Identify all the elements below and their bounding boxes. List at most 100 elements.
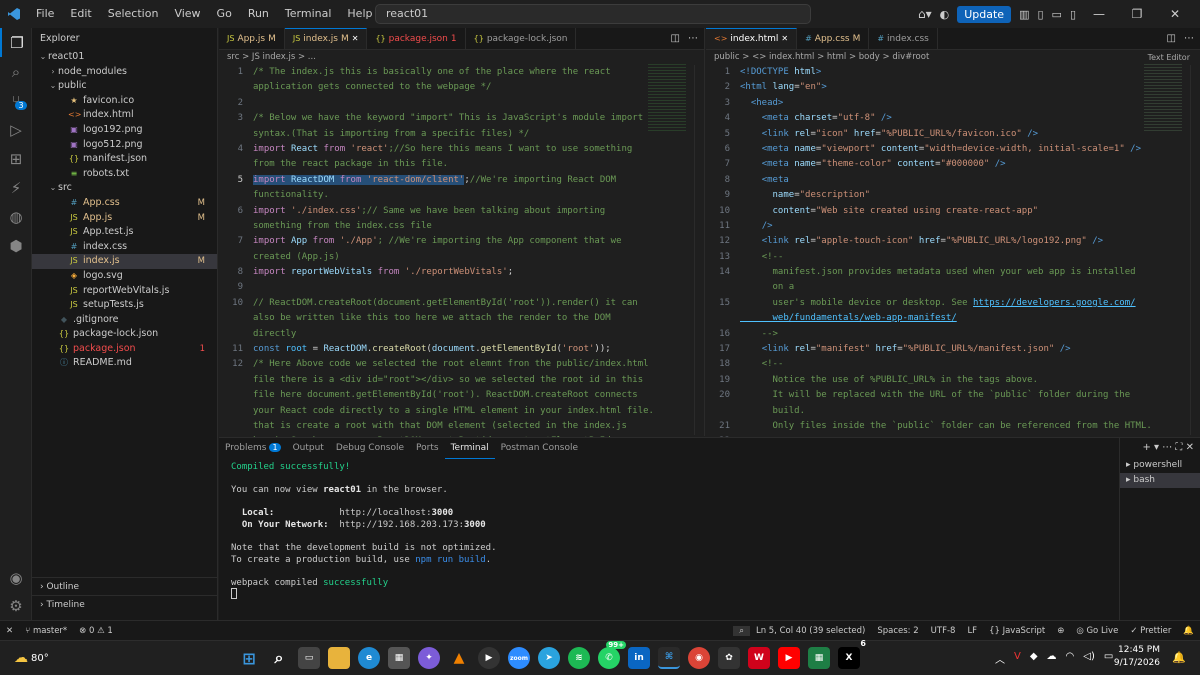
language-mode[interactable]: {} JavaScript	[983, 626, 1051, 636]
end-of-line[interactable]: LF	[961, 626, 983, 636]
tree-file[interactable]: ▣ logo192.png	[32, 123, 217, 138]
panel-tab-postman-console[interactable]: Postman Console	[495, 438, 584, 458]
tree-file[interactable]: JS index.js M	[32, 254, 217, 269]
outline-section[interactable]: › Outline	[32, 577, 218, 595]
tree-file[interactable]: ⓘ README.md	[32, 356, 217, 371]
edge-icon[interactable]: e	[358, 647, 380, 669]
branch-indicator[interactable]: ⑂ master*	[19, 626, 73, 636]
tree-file[interactable]: {} package.json 1	[32, 342, 217, 357]
tree-file[interactable]: JS App.js M	[32, 211, 217, 226]
tab-app-css[interactable]: # App.css M	[797, 28, 870, 49]
zoom-icon[interactable]: ⌕	[733, 625, 750, 636]
wps-icon[interactable]: W	[748, 647, 770, 669]
tree-file[interactable]: ≡ robots.txt	[32, 167, 217, 182]
remote-icon[interactable]: ⚡	[0, 173, 32, 202]
tree-folder[interactable]: ⌄ public	[32, 79, 217, 94]
store-icon[interactable]: ▦	[388, 647, 410, 669]
chrome-icon[interactable]: ◉	[688, 647, 710, 669]
panel-tab-terminal[interactable]: Terminal	[444, 438, 495, 459]
problems-indicator[interactable]: ⊗ 0 ⚠ 1	[73, 626, 119, 636]
tree-file[interactable]: # index.css	[32, 240, 217, 255]
postman-icon[interactable]: ◍	[0, 202, 32, 231]
minimap-right[interactable]	[1144, 64, 1182, 132]
tab-index-js[interactable]: JS index.js M ✕	[284, 28, 368, 50]
toggle-sidebar-icon[interactable]: ▯	[1037, 8, 1043, 21]
tree-file[interactable]: # App.css M	[32, 196, 217, 211]
search-icon[interactable]: ⌕	[268, 647, 290, 669]
breadcrumb-left[interactable]: src > JS index.js > ...	[219, 50, 704, 65]
extensions-icon[interactable]: ⊞	[0, 144, 32, 173]
volume-icon[interactable]: ◁)	[1083, 651, 1095, 666]
menu-file[interactable]: File	[28, 0, 62, 28]
copilot-icon[interactable]: ⌂▾	[918, 7, 932, 21]
menu-terminal[interactable]: Terminal	[277, 0, 340, 28]
encoding[interactable]: UTF-8	[925, 626, 962, 636]
notification-bell-icon[interactable]: 🔔	[1172, 651, 1186, 664]
linkedin-icon[interactable]: in	[628, 647, 650, 669]
toggle-panel-icon[interactable]: ▭	[1052, 8, 1062, 21]
spotify-icon[interactable]: ≋	[568, 647, 590, 669]
more-actions-icon[interactable]: ⋯	[688, 28, 698, 50]
search-icon[interactable]: ⌕	[0, 57, 32, 86]
whatsapp-icon[interactable]: ✆ 99+	[598, 641, 626, 669]
notifications-icon[interactable]: 🔔	[1177, 626, 1200, 636]
minimize-icon[interactable]: —	[1084, 7, 1114, 21]
update-button[interactable]: Update	[957, 5, 1012, 23]
tree-file[interactable]: {} manifest.json	[32, 152, 217, 167]
zoom-app-icon[interactable]: zoom	[508, 647, 530, 669]
menu-selection[interactable]: Selection	[100, 0, 167, 28]
restore-icon[interactable]: ❐	[1122, 7, 1152, 21]
cursor-position[interactable]: Ln 5, Col 40 (39 selected)	[750, 626, 871, 636]
tree-file[interactable]: JS App.test.js	[32, 225, 217, 240]
panel-tab-problems[interactable]: Problems 1	[219, 438, 287, 458]
battery-icon[interactable]: ▭	[1104, 651, 1113, 666]
telegram-icon[interactable]: ➤	[538, 647, 560, 669]
tab-index-html[interactable]: <> index.html ✕	[706, 28, 798, 49]
panel-tab-output[interactable]: Output	[287, 438, 330, 458]
split-editor-icon[interactable]: ◫	[1167, 28, 1176, 50]
layout-icon[interactable]: ▥	[1019, 8, 1029, 21]
terminal-instance-bash[interactable]: ▸ bash	[1120, 473, 1200, 488]
panel-tab-debug-console[interactable]: Debug Console	[330, 438, 410, 458]
tree-file[interactable]: ▣ logo512.png	[32, 138, 217, 153]
close-icon[interactable]: ✕	[1160, 7, 1190, 21]
tree-file[interactable]: {} package-lock.json	[32, 327, 217, 342]
split-editor-icon[interactable]: ◫	[671, 28, 680, 50]
terminal-instance-powershell[interactable]: ▸ powershell	[1120, 458, 1200, 473]
task-view-icon[interactable]: ▭	[298, 647, 320, 669]
tree-file[interactable]: ◆ .gitignore	[32, 313, 217, 328]
maximize-icon[interactable]: ⛶	[1175, 442, 1182, 453]
wifi-icon[interactable]: ◠	[1066, 651, 1075, 666]
tree-folder[interactable]: › node_modules	[32, 65, 217, 80]
menu-go[interactable]: Go	[209, 0, 240, 28]
tree-file[interactable]: JS setupTests.js	[32, 298, 217, 313]
tab-package-json[interactable]: {} package.json 1	[367, 28, 466, 49]
file-explorer-icon[interactable]	[328, 647, 350, 669]
media-player-icon[interactable]: ▶	[478, 647, 500, 669]
tree-file[interactable]: ★ favicon.ico	[32, 94, 217, 109]
source-control-icon[interactable]: ⑂ 3	[0, 86, 32, 115]
more-icon[interactable]: ⋯	[1162, 442, 1172, 453]
toggle-secondary-icon[interactable]: ▯	[1070, 8, 1076, 21]
tray-cloud-icon[interactable]: ☁	[1047, 651, 1057, 666]
menu-view[interactable]: View	[166, 0, 208, 28]
sheets-icon[interactable]: ▦	[808, 647, 830, 669]
youtube-icon[interactable]: ▶	[778, 647, 800, 669]
tab-app-js[interactable]: JS App.js M	[219, 28, 285, 49]
settings-gear-icon[interactable]: ⚙	[0, 591, 32, 620]
explorer-icon[interactable]: ❐	[0, 28, 32, 57]
tray-chevron-icon[interactable]: ︿	[995, 651, 1005, 666]
menu-run[interactable]: Run	[240, 0, 277, 28]
copilot-icon[interactable]: ✦	[418, 647, 440, 669]
terminal-output[interactable]: Compiled successfully! You can now view r…	[219, 458, 1119, 590]
tab-index-css[interactable]: # index.css	[869, 28, 938, 49]
more-actions-icon[interactable]: ⋯	[1184, 28, 1194, 50]
scrollbar-left[interactable]	[694, 65, 704, 435]
timeline-section[interactable]: › Timeline	[32, 595, 218, 613]
close-tab-icon[interactable]: ✕	[352, 28, 359, 50]
scrollbar-right[interactable]	[1190, 65, 1200, 435]
docker-icon[interactable]: ⬢	[0, 231, 32, 260]
run-debug-icon[interactable]: ▷	[0, 115, 32, 144]
extension-icon[interactable]: ⊕	[1051, 626, 1070, 636]
tree-file[interactable]: ◈ logo.svg	[32, 269, 217, 284]
